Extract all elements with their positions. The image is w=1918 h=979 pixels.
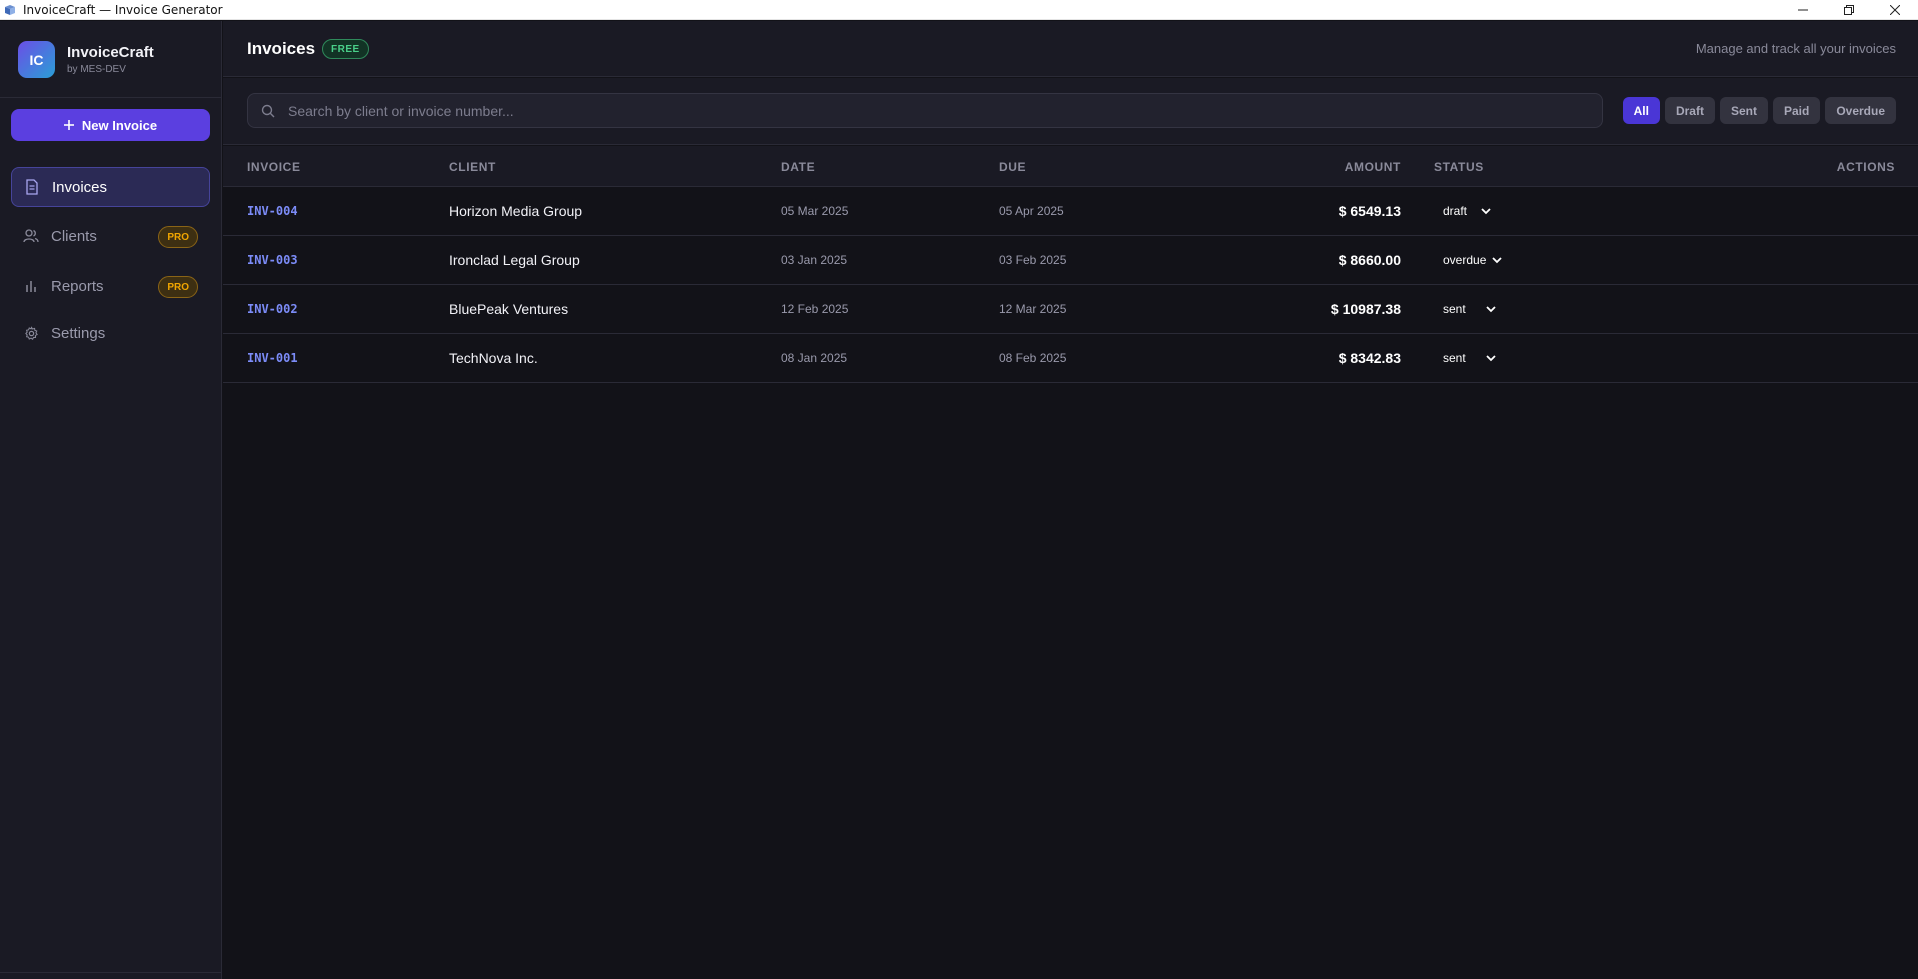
status-filters: All Draft Sent Paid Overdue — [1622, 97, 1896, 124]
column-header-date: DATE — [781, 160, 816, 174]
chevron-down-icon — [1486, 354, 1496, 362]
plus-icon — [63, 120, 74, 130]
status-value: sent — [1443, 302, 1466, 316]
sidebar-item-label: Clients — [51, 227, 97, 245]
page-title: Invoices — [247, 39, 316, 58]
invoice-date: 03 Jan 2025 — [781, 253, 848, 267]
brand-name: InvoiceCraft — [67, 44, 154, 61]
table-row[interactable]: INV-001 TechNova Inc. 08 Jan 2025 08 Feb… — [223, 334, 1918, 383]
app-icon — [3, 3, 17, 17]
restore-icon — [1844, 5, 1854, 15]
page-subtitle: Manage and track all your invoices — [1695, 41, 1896, 56]
client-name: Ironclad Legal Group — [449, 252, 580, 268]
invoices-table: INVOICE CLIENT DATE DUE AMOUNT STATUS AC… — [223, 146, 1918, 383]
due-date: 12 Mar 2025 — [999, 302, 1067, 316]
brand: IC InvoiceCraft by MES-DEV — [18, 41, 154, 78]
invoice-date: 05 Mar 2025 — [781, 204, 849, 218]
filter-all-button[interactable]: All — [1622, 97, 1660, 124]
restore-button[interactable] — [1826, 0, 1872, 20]
invoice-amount: $ 8342.83 — [1338, 350, 1401, 366]
filter-sent-button[interactable]: Sent — [1719, 97, 1768, 124]
invoice-date: 12 Feb 2025 — [781, 302, 849, 316]
status-value: draft — [1443, 204, 1468, 218]
new-invoice-label: New Invoice — [81, 117, 158, 133]
close-icon — [1890, 5, 1900, 15]
column-header-invoice: INVOICE — [247, 160, 301, 174]
sidebar-item-settings[interactable]: Settings — [11, 313, 210, 353]
sidebar-footer-divider — [0, 972, 221, 973]
document-icon — [24, 179, 40, 195]
column-header-status: STATUS — [1434, 160, 1484, 174]
close-button[interactable] — [1872, 0, 1918, 20]
search-box[interactable] — [247, 93, 1603, 128]
sidebar: IC InvoiceCraft by MES-DEV New Invoice I… — [0, 21, 222, 979]
status-select[interactable]: sent — [1439, 298, 1500, 320]
chevron-down-icon — [1492, 256, 1503, 264]
toolbar: All Draft Sent Paid Overdue — [223, 78, 1918, 145]
invoice-amount: $ 8660.00 — [1338, 252, 1401, 268]
gear-icon — [23, 325, 39, 341]
minimize-button[interactable] — [1780, 0, 1826, 20]
search-icon — [260, 103, 276, 119]
sidebar-item-reports[interactable]: Reports PRO — [11, 266, 210, 306]
brand-byline: by MES-DEV — [67, 64, 126, 75]
table-row[interactable]: INV-002 BluePeak Ventures 12 Feb 2025 12… — [223, 285, 1918, 334]
invoice-number-link[interactable]: INV-001 — [247, 351, 298, 365]
status-value: sent — [1443, 351, 1466, 365]
table-row[interactable]: INV-004 Horizon Media Group 05 Mar 2025 … — [223, 187, 1918, 236]
invoice-number-link[interactable]: INV-002 — [247, 302, 298, 316]
status-select[interactable]: overdue — [1439, 249, 1506, 271]
plan-badge: FREE — [322, 39, 369, 59]
table-row[interactable]: INV-003 Ironclad Legal Group 03 Jan 2025… — [223, 236, 1918, 285]
column-header-due: DUE — [999, 160, 1027, 174]
sidebar-item-label: Settings — [51, 324, 106, 342]
brand-logo: IC — [18, 41, 55, 78]
client-name: BluePeak Ventures — [449, 301, 569, 317]
column-header-amount: AMOUNT — [1344, 160, 1401, 174]
search-input[interactable] — [288, 102, 1588, 119]
minimize-icon — [1798, 9, 1808, 11]
status-select[interactable]: sent — [1439, 347, 1500, 369]
invoice-amount: $ 6549.13 — [1338, 203, 1401, 219]
invoice-date: 08 Jan 2025 — [781, 351, 848, 365]
status-select[interactable]: draft — [1439, 200, 1495, 222]
pro-badge: PRO — [158, 226, 198, 248]
pro-badge: PRO — [158, 276, 198, 298]
client-name: Horizon Media Group — [449, 203, 583, 219]
filter-overdue-button[interactable]: Overdue — [1825, 97, 1896, 124]
sidebar-divider — [0, 97, 221, 98]
bar-chart-icon — [23, 278, 39, 294]
window-titlebar: InvoiceCraft — Invoice Generator — [0, 0, 1918, 20]
invoice-number-link[interactable]: INV-003 — [247, 253, 298, 267]
window-title: InvoiceCraft — Invoice Generator — [23, 2, 223, 17]
status-value: overdue — [1443, 253, 1487, 267]
table-header: INVOICE CLIENT DATE DUE AMOUNT STATUS AC… — [223, 146, 1918, 187]
filter-paid-button[interactable]: Paid — [1772, 97, 1821, 124]
sidebar-item-label: Reports — [51, 277, 104, 295]
new-invoice-button[interactable]: New Invoice — [11, 109, 210, 141]
invoice-number-link[interactable]: INV-004 — [247, 204, 298, 218]
sidebar-item-invoices[interactable]: Invoices — [11, 167, 210, 207]
users-icon — [23, 228, 39, 244]
chevron-down-icon — [1481, 207, 1491, 215]
window-controls — [1780, 0, 1918, 20]
sidebar-item-label: Invoices — [52, 178, 108, 196]
sidebar-item-clients[interactable]: Clients PRO — [11, 216, 210, 256]
invoice-amount: $ 10987.38 — [1330, 301, 1401, 317]
page-header: Invoices FREE Manage and track all your … — [223, 21, 1918, 77]
column-header-actions: ACTIONS — [1836, 160, 1895, 174]
column-header-client: CLIENT — [449, 160, 496, 174]
due-date: 08 Feb 2025 — [999, 351, 1067, 365]
filter-draft-button[interactable]: Draft — [1664, 97, 1715, 124]
client-name: TechNova Inc. — [449, 350, 538, 366]
due-date: 05 Apr 2025 — [999, 204, 1064, 218]
due-date: 03 Feb 2025 — [999, 253, 1067, 267]
chevron-down-icon — [1486, 305, 1496, 313]
